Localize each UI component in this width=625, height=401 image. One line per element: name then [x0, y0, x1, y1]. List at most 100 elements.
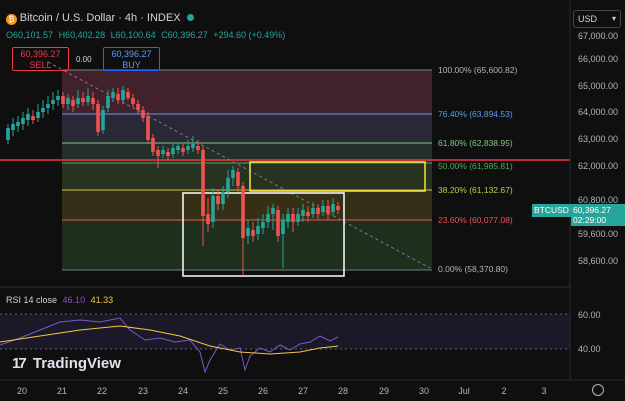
sell-label: SELL	[29, 60, 52, 70]
time-tick: 29	[378, 386, 390, 396]
candle-body	[231, 170, 235, 178]
candle-body	[261, 222, 265, 228]
candle-body	[106, 96, 110, 108]
chart-title[interactable]: Bitcoin / U.S. Dollar · 4h · INDEX	[20, 12, 181, 24]
candle-body	[151, 138, 155, 152]
candle-body	[166, 152, 170, 156]
tradingview-logo-icon: 17	[12, 355, 27, 372]
currency-select[interactable]: USD ▾	[573, 10, 621, 28]
candle-body	[11, 124, 15, 130]
rsi-tick: 60.00	[578, 310, 601, 320]
rsi-value: 46.10	[62, 295, 86, 305]
candle-body	[311, 208, 315, 214]
candle-body	[61, 96, 65, 104]
candle-body	[176, 146, 180, 150]
candle-body	[266, 214, 270, 222]
candle-body	[296, 214, 300, 222]
candle-body	[66, 98, 70, 104]
candle-body	[306, 212, 310, 216]
rsi-tick: 40.00	[578, 344, 601, 354]
fib-label-764: 76.40% (63,894.53)	[438, 109, 513, 119]
time-tick: 26	[257, 386, 269, 396]
candle-body	[91, 98, 95, 104]
candle-body	[26, 114, 30, 120]
watermark-text: TradingView	[32, 355, 121, 372]
candle-body	[191, 144, 195, 148]
current-price-tag: 60,396.27 02:29:00	[571, 204, 625, 226]
candle-body	[76, 98, 80, 104]
chart-canvas[interactable]	[0, 0, 625, 401]
candle-body	[181, 148, 185, 152]
ohlc-high: H60,402.28	[58, 30, 106, 40]
symbol-tag: BTCUSD	[532, 204, 571, 217]
rsi-title: RSI 14 close	[6, 295, 58, 305]
time-tick: 22	[96, 386, 108, 396]
candle-body	[281, 220, 285, 234]
candle-body	[56, 96, 60, 100]
fib-label-236: 23.60% (60,077.08)	[438, 215, 513, 225]
price-tick: 65,000.00	[578, 81, 619, 91]
candle-body	[246, 228, 250, 236]
fib-label-100: 100.00% (65,600.82)	[438, 65, 518, 75]
current-price: 60,396.27	[573, 205, 611, 215]
rsi-legend[interactable]: RSI 14 close 46.10 41.33	[6, 295, 113, 305]
candle-body	[41, 108, 45, 112]
candle-body	[156, 150, 160, 156]
candle-body	[121, 90, 125, 100]
time-tick: 25	[217, 386, 229, 396]
candle-body	[81, 98, 85, 102]
price-tick: 62,000.00	[578, 161, 619, 171]
candle-body	[131, 98, 135, 104]
price-tick: 59,600.00	[578, 229, 619, 239]
ohlc-row: O60,101.57 H60,402.28 L60,100.64 C60,396…	[6, 30, 288, 40]
candle-body	[6, 128, 10, 140]
candle-body	[226, 178, 230, 192]
candle-body	[21, 118, 25, 124]
live-dot-icon	[187, 14, 195, 21]
candle-body	[141, 110, 145, 118]
candle-body	[286, 214, 290, 222]
candle-body	[146, 116, 150, 140]
candle-body	[201, 150, 205, 216]
price-tick: 67,000.00	[578, 31, 619, 41]
ohlc-low: L60,100.64	[110, 30, 156, 40]
time-tick: 27	[297, 386, 309, 396]
candle-body	[126, 92, 130, 98]
candle-body	[196, 146, 200, 150]
buy-button[interactable]: 60,396.27 BUY	[103, 47, 160, 71]
price-tick: 63,000.00	[578, 134, 619, 144]
price-tick: 66,000.00	[578, 54, 619, 64]
rsi-ma-value: 41.33	[90, 295, 114, 305]
candle-body	[276, 210, 280, 236]
candle-body	[206, 214, 210, 224]
candle-body	[101, 110, 105, 130]
time-tick: 3	[541, 386, 547, 396]
time-tick: 30	[418, 386, 430, 396]
candle-body	[326, 206, 330, 214]
candle-body	[31, 116, 35, 120]
candle-body	[271, 208, 275, 214]
candle-body	[186, 146, 190, 150]
candle-body	[301, 210, 305, 216]
candle-body	[171, 148, 175, 154]
time-tick: 24	[177, 386, 189, 396]
candle-body	[336, 206, 340, 210]
candle-body	[331, 204, 335, 212]
candle-body	[16, 122, 20, 126]
candle-body	[86, 96, 90, 102]
fib-label-0: 0.00% (58,370.80)	[438, 264, 508, 274]
buy-label: BUY	[122, 60, 141, 70]
candle-body	[116, 94, 120, 100]
fib-label-500: 50.00% (61,985.81)	[438, 161, 513, 171]
candle-body	[236, 172, 240, 186]
sell-button[interactable]: 60,396.27 SELL	[12, 47, 69, 71]
fib-label-382: 38.20% (61,132.67)	[438, 185, 513, 195]
bitcoin-logo-icon: ₿	[6, 14, 17, 25]
candle-body	[51, 100, 55, 104]
time-tick: 21	[56, 386, 68, 396]
settings-gear-icon[interactable]	[592, 384, 604, 396]
candle-body	[96, 104, 100, 132]
candle-body	[111, 92, 115, 98]
ohlc-close: C60,396.27	[161, 30, 208, 40]
candle-body	[291, 214, 295, 222]
